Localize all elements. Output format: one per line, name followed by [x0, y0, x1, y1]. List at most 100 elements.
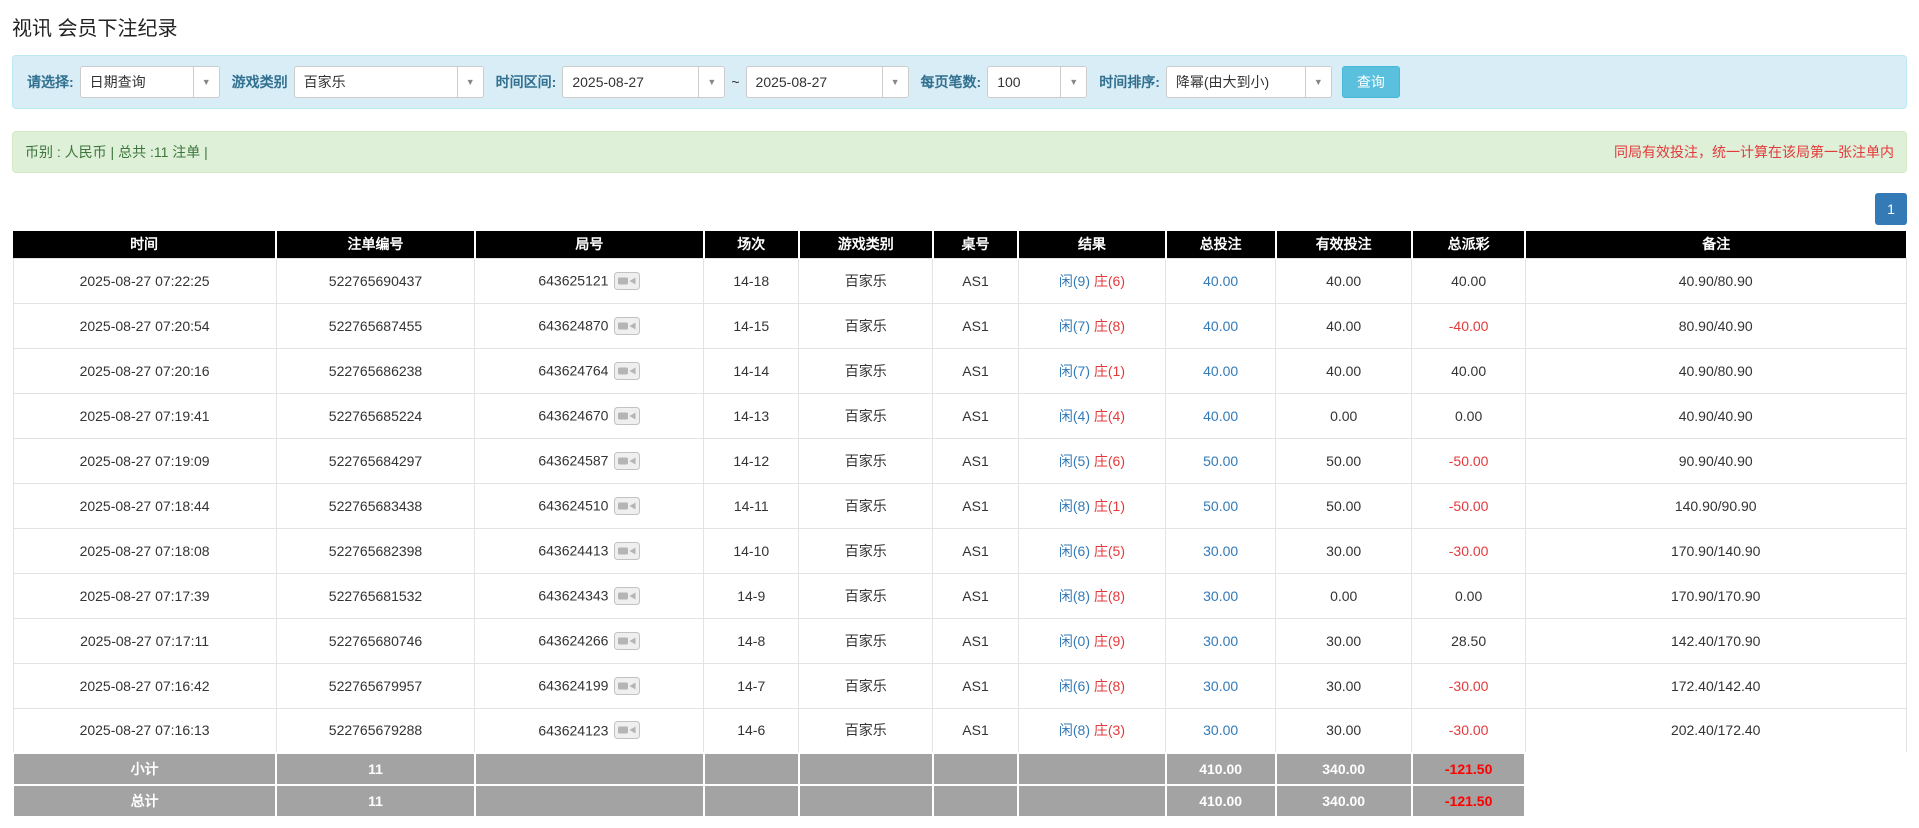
table-row: 2025-08-27 07:18:08 522765682398 6436244…: [13, 528, 1906, 573]
cell-round: 643624123: [475, 708, 704, 753]
subtotal-total-bet: 410.00: [1166, 753, 1276, 785]
sort-order-label: 时间排序:: [1099, 72, 1160, 92]
chevron-down-icon[interactable]: ▼: [193, 67, 219, 97]
cell-table-no: AS1: [933, 303, 1018, 348]
total-bet-link[interactable]: 40.00: [1203, 318, 1238, 334]
result-player: 闲(7): [1059, 363, 1090, 379]
page-size-select[interactable]: 100 ▼: [987, 66, 1087, 98]
cell-remark: 40.90/40.90: [1525, 393, 1906, 438]
total-total-bet: 410.00: [1166, 785, 1276, 817]
total-bet-link[interactable]: 50.00: [1203, 498, 1238, 514]
video-replay-icon[interactable]: [614, 721, 640, 739]
cell-bet-id: 522765679957: [276, 663, 475, 708]
search-button[interactable]: 查询: [1342, 66, 1400, 98]
chevron-down-icon[interactable]: ▼: [1305, 67, 1331, 97]
video-replay-icon[interactable]: [614, 272, 640, 290]
cell-total-bet: 40.00: [1166, 393, 1276, 438]
empty-cell: [704, 785, 799, 817]
video-replay-icon[interactable]: [614, 362, 640, 380]
video-replay-icon[interactable]: [614, 407, 640, 425]
subtotal-valid-bet: 340.00: [1276, 753, 1412, 785]
cell-table-no: AS1: [933, 393, 1018, 438]
total-bet-link[interactable]: 30.00: [1203, 633, 1238, 649]
empty-cell: [475, 753, 704, 785]
total-row: 总计 11 410.00 340.00 -121.50: [13, 785, 1906, 817]
cell-remark: 170.90/140.90: [1525, 528, 1906, 573]
total-bet-link[interactable]: 50.00: [1203, 453, 1238, 469]
total-bet-link[interactable]: 30.00: [1203, 722, 1238, 738]
total-bet-link[interactable]: 40.00: [1203, 408, 1238, 424]
cell-bet-id: 522765687455: [276, 303, 475, 348]
cell-valid-bet: 30.00: [1276, 663, 1412, 708]
video-replay-icon[interactable]: [614, 677, 640, 695]
total-payout: -121.50: [1412, 785, 1526, 817]
chevron-down-icon[interactable]: ▼: [1060, 67, 1086, 97]
empty-cell: [799, 785, 933, 817]
video-replay-icon[interactable]: [614, 632, 640, 650]
cell-session: 14-7: [704, 663, 799, 708]
total-bet-link[interactable]: 40.00: [1203, 363, 1238, 379]
cell-game-type: 百家乐: [799, 483, 933, 528]
cell-session: 14-8: [704, 618, 799, 663]
cell-remark: 170.90/170.90: [1525, 573, 1906, 618]
chevron-down-icon[interactable]: ▼: [457, 67, 483, 97]
round-number: 643624510: [538, 498, 608, 514]
chevron-down-icon[interactable]: ▼: [882, 67, 908, 97]
date-from-input[interactable]: 2025-08-27 ▼: [562, 66, 725, 98]
round-number: 643624670: [538, 408, 608, 424]
cell-payout: -40.00: [1412, 303, 1526, 348]
video-replay-icon[interactable]: [614, 497, 640, 515]
cell-total-bet: 30.00: [1166, 618, 1276, 663]
round-number: 643625121: [538, 273, 608, 289]
total-bet-link[interactable]: 40.00: [1203, 273, 1238, 289]
cell-total-bet: 50.00: [1166, 438, 1276, 483]
round-number: 643624413: [538, 543, 608, 559]
col-header-valid-bet: 有效投注: [1276, 231, 1412, 258]
table-row: 2025-08-27 07:17:39 522765681532 6436243…: [13, 573, 1906, 618]
cell-total-bet: 30.00: [1166, 573, 1276, 618]
game-type-value: 百家乐: [295, 67, 457, 97]
query-type-select[interactable]: 日期查询 ▼: [80, 66, 220, 98]
cell-total-bet: 30.00: [1166, 708, 1276, 753]
col-header-total-bet: 总投注: [1166, 231, 1276, 258]
cell-result: 闲(0) 庄(9): [1018, 618, 1166, 663]
date-to-input[interactable]: 2025-08-27 ▼: [746, 66, 909, 98]
cell-result: 闲(7) 庄(1): [1018, 348, 1166, 393]
cell-bet-id: 522765679288: [276, 708, 475, 753]
total-bet-link[interactable]: 30.00: [1203, 678, 1238, 694]
total-bet-link[interactable]: 30.00: [1203, 543, 1238, 559]
col-header-game-type: 游戏类别: [799, 231, 933, 258]
pagination-page-1[interactable]: 1: [1875, 193, 1907, 225]
cell-time: 2025-08-27 07:19:41: [13, 393, 276, 438]
cell-remark: 80.90/40.90: [1525, 303, 1906, 348]
round-number: 643624123: [538, 722, 608, 738]
video-replay-icon[interactable]: [614, 542, 640, 560]
cell-session: 14-11: [704, 483, 799, 528]
cell-payout: -30.00: [1412, 663, 1526, 708]
sort-order-select[interactable]: 降幂(由大到小) ▼: [1166, 66, 1332, 98]
cell-game-type: 百家乐: [799, 708, 933, 753]
result-player: 闲(8): [1059, 722, 1090, 738]
chevron-down-icon[interactable]: ▼: [698, 67, 724, 97]
table-row: 2025-08-27 07:16:13 522765679288 6436241…: [13, 708, 1906, 753]
video-replay-icon[interactable]: [614, 452, 640, 470]
cell-time: 2025-08-27 07:17:11: [13, 618, 276, 663]
date-range-label: 时间区间:: [496, 72, 557, 92]
cell-payout: 0.00: [1412, 573, 1526, 618]
total-valid-bet: 340.00: [1276, 785, 1412, 817]
result-banker: 庄(4): [1094, 408, 1125, 424]
total-bet-link[interactable]: 30.00: [1203, 588, 1238, 604]
cell-game-type: 百家乐: [799, 393, 933, 438]
cell-round: 643624670: [475, 393, 704, 438]
cell-session: 14-14: [704, 348, 799, 393]
cell-payout: 40.00: [1412, 348, 1526, 393]
video-replay-icon[interactable]: [614, 317, 640, 335]
game-type-select[interactable]: 百家乐 ▼: [294, 66, 484, 98]
summary-note: 同局有效投注，统一计算在该局第一张注单内: [1614, 142, 1894, 162]
total-label: 总计: [13, 785, 276, 817]
empty-cell: [704, 753, 799, 785]
video-replay-icon[interactable]: [614, 587, 640, 605]
round-number: 643624764: [538, 363, 608, 379]
date-range-tilde: ~: [731, 74, 739, 90]
table-row: 2025-08-27 07:19:41 522765685224 6436246…: [13, 393, 1906, 438]
